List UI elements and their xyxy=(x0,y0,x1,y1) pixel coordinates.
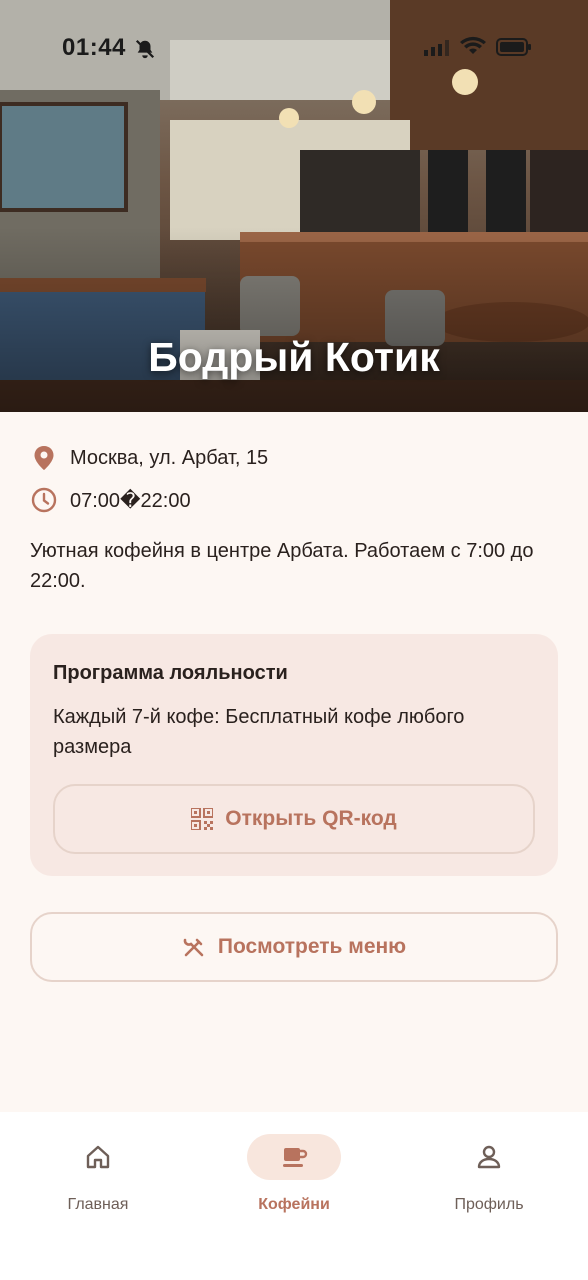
cafe-name: Бодрый Котик xyxy=(148,334,440,380)
coffee-cup-icon xyxy=(247,1134,341,1180)
bottom-navigation: Главная Кофейни Профиль xyxy=(0,1112,588,1280)
home-icon xyxy=(33,1132,163,1182)
view-menu-label: Посмотреть меню xyxy=(217,935,407,958)
address-text: Москва, ул. Арбат, 15 xyxy=(70,446,269,469)
status-bar: 01:44 xyxy=(0,0,588,96)
nav-cafes[interactable]: Кофейни xyxy=(229,1132,359,1214)
nav-profile[interactable]: Профиль xyxy=(424,1132,554,1214)
hours-text: 07:00�22:00 xyxy=(70,489,191,512)
person-icon xyxy=(424,1132,554,1182)
loyalty-text: Каждый 7-й кофе: Бесплатный кофе любого … xyxy=(53,706,465,758)
nav-profile-label: Профиль xyxy=(454,1196,524,1213)
hours-row: 07:00�22:00 xyxy=(30,486,191,514)
battery-icon xyxy=(496,38,532,61)
clock-icon xyxy=(30,486,58,514)
open-qr-button[interactable]: Открыть QR-код xyxy=(53,784,535,854)
nav-home[interactable]: Главная xyxy=(33,1132,163,1214)
signal-icon xyxy=(424,40,450,61)
nav-home-label: Главная xyxy=(67,1196,129,1213)
loyalty-title: Программа лояльности xyxy=(53,662,288,684)
cafe-description: Уютная кофейня в центре Арбата. Работаем… xyxy=(30,540,534,592)
location-pin-icon xyxy=(30,444,58,472)
view-menu-button[interactable]: Посмотреть меню xyxy=(30,912,558,982)
nav-cafes-label: Кофейни xyxy=(258,1196,330,1213)
open-qr-label: Открыть QR-код xyxy=(225,807,397,830)
loyalty-card: Программа лояльности Каждый 7-й кофе: Бе… xyxy=(30,634,558,876)
bell-off-icon xyxy=(134,38,156,65)
utensils-icon xyxy=(182,935,206,959)
qr-code-icon xyxy=(191,808,214,830)
wifi-icon xyxy=(460,36,486,61)
address-row: Москва, ул. Арбат, 15 xyxy=(30,444,268,472)
status-time: 01:44 xyxy=(62,34,126,61)
